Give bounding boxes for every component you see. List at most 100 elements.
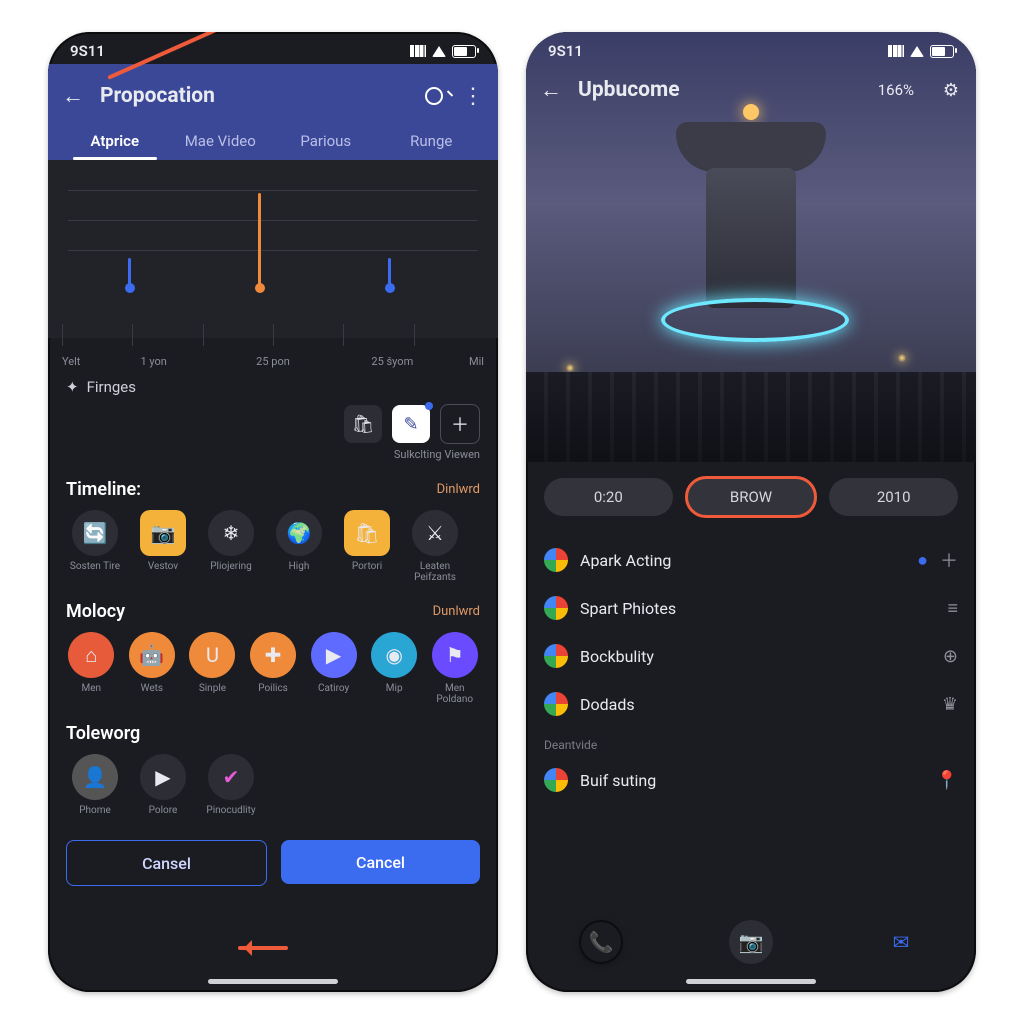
finges-section: ✦ Firnges 🛍 ✎ ＋ Sulkclting Viewen — [48, 364, 498, 465]
tab-atprice[interactable]: Atprice — [62, 122, 168, 160]
list-item[interactable]: Apark Acting ● ＋ — [544, 536, 958, 584]
timeline-item[interactable]: 🔄Sosten Tire — [66, 510, 124, 583]
molocy-item[interactable]: ⚑Men Poldano — [429, 632, 480, 705]
more-icon[interactable] — [462, 85, 484, 107]
molocy-label: Molocy — [66, 601, 125, 622]
toleworg-items: 👤Phome ▶Polore ✔Pinocudlity — [66, 754, 480, 816]
molocy-item[interactable]: ◉Mip — [369, 632, 420, 705]
tab-runge[interactable]: Runge — [379, 122, 485, 160]
camera-icon[interactable]: 📷 — [729, 920, 773, 964]
gear-icon[interactable] — [940, 79, 962, 101]
edit-icon[interactable]: ✎ — [392, 405, 430, 443]
tab-bar: Atprice Mae Video Parious Runge — [62, 122, 484, 160]
crown-icon[interactable]: ♛ — [942, 694, 958, 715]
molocy-item[interactable]: ⌂Men — [66, 632, 117, 705]
page-title: Propocation — [100, 84, 408, 108]
timeline-section: Timeline: Dinlwrd 🔄Sosten Tire 📷Vestov ❄… — [48, 465, 498, 587]
toolchip-caption: Sulkclting Viewen — [66, 448, 480, 461]
toleworg-item[interactable]: 👤Phome — [66, 754, 124, 816]
app-header: Propocation Atprice Mae Video Parious Ru… — [48, 64, 498, 160]
item-list: Apark Acting ● ＋ Spart Phiotes ≡ Bockbul… — [526, 532, 976, 732]
status-dot-icon: ● — [917, 550, 928, 571]
tab-mae-video[interactable]: Mae Video — [168, 122, 274, 160]
tab-parious[interactable]: Parious — [273, 122, 379, 160]
phone-left: 9S11 Propocation Atprice Mae Video Pario… — [48, 32, 498, 992]
google-icon — [544, 548, 568, 572]
back-icon[interactable] — [540, 79, 562, 101]
back-icon[interactable] — [62, 85, 84, 107]
tick-3: 25 šyom — [333, 355, 452, 368]
audio-slider-chart[interactable]: Yelt 1 yon 25 pon 25 šyom Mil — [48, 160, 498, 338]
cancel-outline-button[interactable]: Cansel — [66, 840, 267, 886]
battery-icon — [452, 45, 476, 58]
percent-badge: 166% — [878, 81, 914, 99]
home-indicator[interactable] — [686, 979, 816, 984]
footer-buttons: Cansel Cancel — [48, 826, 498, 900]
molocy-item[interactable]: USinple — [187, 632, 238, 705]
page-title: Upbucome — [578, 78, 862, 102]
google-icon — [544, 692, 568, 716]
status-bar: 9S11 — [526, 32, 976, 64]
wifi-icon — [432, 46, 446, 57]
molocy-link[interactable]: Dunlwrd — [433, 604, 480, 619]
pill-time[interactable]: 0:20 — [544, 478, 673, 516]
phone-right: 9S11 Upbucome 166% — [526, 32, 976, 992]
annotation-arrow-2 — [238, 946, 288, 950]
pill-brow[interactable]: BROW — [687, 478, 816, 516]
wifi-icon — [910, 46, 924, 57]
shop-icon[interactable]: 🛍 — [344, 405, 382, 443]
timeline-item[interactable]: 📷Vestov — [134, 510, 192, 583]
signal-icon — [888, 45, 904, 57]
molocy-section: Molocy Dunlwrd ⌂Men 🤖Wets USinple ✚Poili… — [48, 587, 498, 709]
list-item[interactable]: Bockbulity ⊕ — [544, 632, 958, 680]
timeline-item[interactable]: ❄Pliojering — [202, 510, 260, 583]
status-time: 9S11 — [70, 42, 105, 60]
status-bar: 9S11 — [48, 32, 498, 64]
home-indicator[interactable] — [208, 979, 338, 984]
sub-header: Deantvide — [526, 732, 976, 752]
globe-icon[interactable]: ⊕ — [943, 646, 958, 667]
bottom-nav: 📞 📷 ✉ — [526, 914, 976, 970]
cancel-fill-button[interactable]: Cancel — [281, 840, 480, 884]
list-item[interactable]: Buif suting 📍 — [544, 756, 958, 804]
list-item[interactable]: Dodads ♛ — [544, 680, 958, 728]
tick-0: Yelt — [62, 355, 94, 368]
timeline-items: 🔄Sosten Tire 📷Vestov ❄Pliojering 🌍High 🛍… — [66, 510, 480, 583]
tick-1: 1 yon — [94, 355, 213, 368]
toleworg-label: Toleworg — [66, 723, 140, 744]
add-button[interactable]: ＋ — [440, 404, 480, 444]
finges-label: Firnges — [87, 378, 136, 396]
tick-2: 25 pon — [213, 355, 332, 368]
tick-4: Mil — [452, 355, 484, 368]
hero-area: 9S11 Upbucome 166% — [526, 32, 976, 462]
menu-icon[interactable]: ≡ — [947, 598, 958, 619]
cube-icon: ✦ — [66, 378, 79, 396]
toleworg-item[interactable]: ▶Polore — [134, 754, 192, 816]
google-icon — [544, 768, 568, 792]
list-item[interactable]: Spart Phiotes ≡ — [544, 584, 958, 632]
hero-tower-illustration — [676, 122, 826, 352]
molocy-items: ⌂Men 🤖Wets USinple ✚Poilics ▶Catiroy ◉Mi… — [66, 632, 480, 705]
timeline-item[interactable]: ⚔Leaten Peifzants — [406, 510, 464, 583]
google-icon — [544, 644, 568, 668]
plus-icon[interactable]: ＋ — [940, 547, 958, 573]
pill-year[interactable]: 2010 — [829, 478, 958, 516]
search-icon[interactable] — [424, 85, 446, 107]
signal-icon — [410, 45, 426, 57]
status-time: 9S11 — [548, 42, 583, 60]
timeline-link[interactable]: Dinlwrd — [437, 482, 480, 497]
timeline-label: Timeline: — [66, 479, 141, 500]
molocy-item[interactable]: ✚Poilics — [248, 632, 299, 705]
timeline-item[interactable]: 🌍High — [270, 510, 328, 583]
toleworg-item[interactable]: ✔Pinocudlity — [202, 754, 260, 816]
mail-icon[interactable]: ✉ — [879, 920, 923, 964]
pill-row: 0:20 BROW 2010 — [526, 462, 976, 532]
battery-icon — [930, 45, 954, 58]
molocy-item[interactable]: ▶Catiroy — [308, 632, 359, 705]
pin-icon[interactable]: 📍 — [936, 770, 958, 791]
phone-icon[interactable]: 📞 — [579, 920, 623, 964]
molocy-item[interactable]: 🤖Wets — [127, 632, 178, 705]
timeline-item[interactable]: 🛍Portori — [338, 510, 396, 583]
toleworg-section: Toleworg 👤Phome ▶Polore ✔Pinocudlity — [48, 709, 498, 820]
google-icon — [544, 596, 568, 620]
